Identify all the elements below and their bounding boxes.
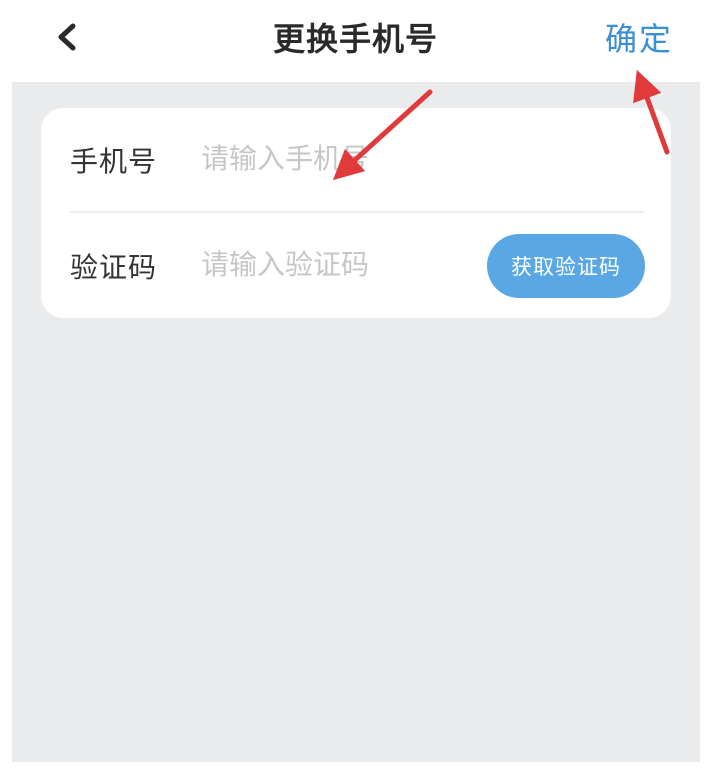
change-phone-screen: 更换手机号 确定 手机号 验证码 获取验证码 <box>0 0 711 772</box>
code-label: 验证码 <box>70 251 158 284</box>
row-divider <box>70 211 644 213</box>
phone-input[interactable] <box>201 136 481 180</box>
phone-label: 手机号 <box>70 145 158 178</box>
form-card: 手机号 验证码 获取验证码 <box>41 108 671 318</box>
confirm-button[interactable]: 确定 <box>605 14 673 60</box>
verification-code-input[interactable] <box>201 242 481 286</box>
get-code-button[interactable]: 获取验证码 <box>487 234 645 298</box>
navigation-bar: 更换手机号 确定 <box>0 0 711 82</box>
chevron-left-icon <box>58 23 76 51</box>
phone-row: 手机号 <box>41 108 671 212</box>
back-button[interactable] <box>42 12 92 62</box>
